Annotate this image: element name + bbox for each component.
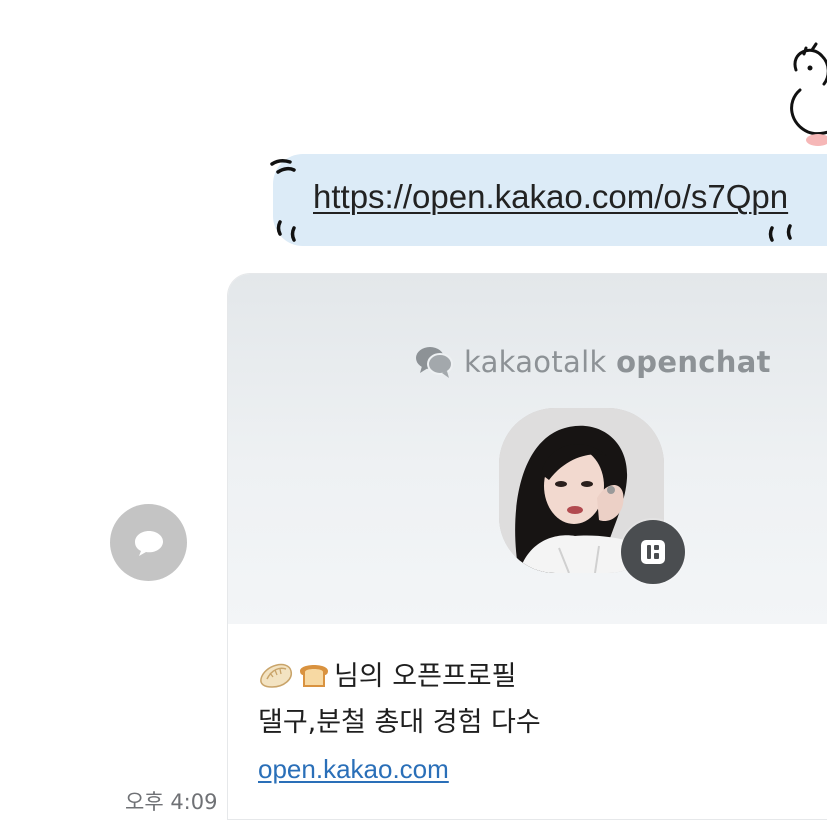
card-body: 님의 오픈프로필 댈구,분철 총대 경험 다수 open.kakao.com <box>228 624 827 819</box>
speech-bubble-icon <box>134 530 163 556</box>
bread-icon <box>300 664 328 687</box>
openprofile-badge-icon <box>621 520 685 584</box>
card-hero: kakaotalk openchat <box>228 274 827 624</box>
openchat-logo-icon <box>416 347 453 378</box>
brand-name-bold: openchat <box>616 345 771 379</box>
profile-image-wrapper <box>499 408 685 584</box>
card-description: 댈구,분철 총대 경험 다수 <box>258 707 541 738</box>
card-title: 님의 오픈프로필 <box>334 661 517 692</box>
dumpling-icon <box>260 663 292 688</box>
nickname-emoji <box>258 657 332 691</box>
openchat-preview-card[interactable]: kakaotalk openchat 님의 오픈프로필 댈구,분철 총대 경험 … <box>228 274 827 819</box>
brand-name: kakaotalk openchat <box>464 345 771 379</box>
chat-screen: https://open.kakao.com/o/s7Qpn kakaotalk… <box>0 0 827 827</box>
card-domain-link[interactable]: open.kakao.com <box>258 754 449 785</box>
brand-name-regular: kakaotalk <box>464 345 617 379</box>
message-timestamp: 오후 4:09 <box>125 790 218 814</box>
card-title-row: 님의 오픈프로필 <box>258 654 516 693</box>
link-url[interactable]: https://open.kakao.com/o/s7Qpn <box>313 178 788 216</box>
brand-header: kakaotalk openchat <box>414 340 771 384</box>
share-button[interactable] <box>110 504 187 581</box>
